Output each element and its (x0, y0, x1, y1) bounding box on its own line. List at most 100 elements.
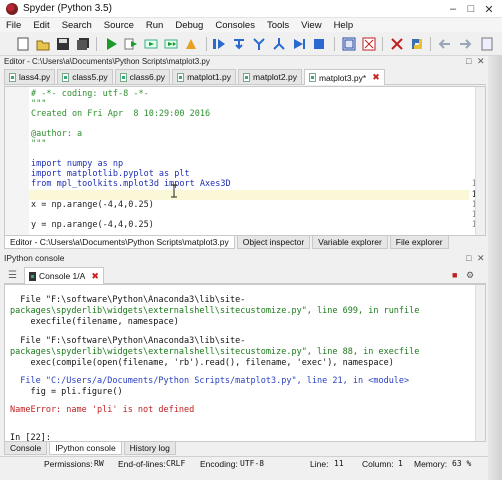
tab-lass4[interactable]: lass4.py (4, 69, 56, 84)
console-line: File "F:\software\Python\Anaconda3\lib\s… (10, 295, 246, 305)
spyder-logo-icon (6, 2, 18, 15)
tab-editor[interactable]: Editor - C:\Users\a\Documents\Python Scr… (4, 236, 235, 249)
file-switcher-icon[interactable] (480, 37, 494, 51)
console-line: fig = pli.figure() (10, 387, 123, 397)
tab-label: class6.py (129, 72, 166, 82)
tab-variable-explorer[interactable]: Variable explorer (312, 236, 388, 249)
console-scrollbar[interactable] (475, 285, 485, 441)
run-file-icon[interactable] (124, 37, 138, 51)
tab-class6[interactable]: class6.py (114, 69, 171, 84)
debug-icon[interactable] (212, 37, 226, 51)
save-all-icon[interactable] (76, 37, 90, 51)
run-selection-icon[interactable] (184, 37, 198, 51)
menu-view[interactable]: View (295, 20, 327, 31)
open-folder-icon[interactable] (36, 37, 50, 51)
tab-label: Console 1/A (39, 271, 86, 281)
tab-matplot1[interactable]: matplot1.py (172, 69, 237, 84)
tab-history-log[interactable]: History log (123, 442, 176, 455)
undock-icon[interactable]: □ (466, 253, 471, 263)
tab-console-1a[interactable]: Console 1/A ✖ (24, 267, 104, 284)
tab-object-inspector[interactable]: Object inspector (236, 236, 311, 249)
step-return-icon[interactable] (272, 37, 286, 51)
eol-value: CRLF (166, 459, 186, 468)
forward-arrow-icon[interactable] (458, 37, 472, 51)
code-line: @author: a (31, 129, 83, 139)
memory-value: 63 % (452, 459, 472, 468)
tab-label: matplot3.py* (318, 72, 367, 83)
code-line: import numpy as np (31, 159, 124, 169)
menu-edit[interactable]: Edit (27, 20, 55, 31)
save-icon[interactable] (56, 37, 70, 51)
tab-class5[interactable]: class5.py (57, 69, 113, 84)
close-tab-icon[interactable]: ✖ (372, 72, 380, 83)
python-file-icon (119, 72, 127, 82)
menu-tools[interactable]: Tools (261, 20, 295, 31)
menu-search[interactable]: Search (56, 20, 98, 31)
undock-icon[interactable]: □ (466, 56, 471, 66)
run-cell-advance-icon[interactable] (164, 37, 178, 51)
python-path-icon[interactable] (410, 37, 424, 51)
current-line-highlight (29, 190, 469, 200)
status-bar: Permissions: RW End-of-lines: CRLF Encod… (0, 456, 502, 470)
console-menu-icon[interactable]: ⚙ (466, 270, 474, 281)
menu-source[interactable]: Source (98, 20, 140, 31)
new-file-icon[interactable] (16, 37, 30, 51)
editor-scrollbar[interactable] (475, 87, 485, 235)
run-icon[interactable] (104, 37, 118, 51)
line-value: 11 (334, 459, 344, 468)
step-into-icon[interactable] (252, 37, 266, 51)
menu-debug[interactable]: Debug (169, 20, 209, 31)
minimize-icon[interactable]: – (446, 3, 460, 15)
menu-help[interactable]: Help (328, 20, 360, 31)
preferences-tools-icon[interactable] (390, 37, 404, 51)
python-file-icon (177, 72, 185, 82)
encoding-label: Encoding: (200, 459, 238, 469)
tab-matplot3[interactable]: matplot3.py* ✖ (303, 69, 385, 85)
code-editor[interactable]: 1 # -*- coding: utf-8 -*- 2 """ 3 Create… (4, 86, 486, 236)
menu-run[interactable]: Run (140, 20, 169, 31)
tab-matplot2[interactable]: matplot2.py (238, 69, 302, 84)
console-line: packages\spyderlib\widgets\externalshell… (10, 347, 420, 357)
ipython-console-output[interactable]: File "F:\software\Python\Anaconda3\lib\s… (4, 284, 486, 443)
fullscreen-icon[interactable] (362, 37, 376, 51)
console-options-icon[interactable]: ☰ (8, 270, 17, 281)
step-icon[interactable] (232, 37, 246, 51)
console-line: exec(compile(open(filename, 'rb').read()… (10, 358, 394, 368)
menu-consoles[interactable]: Consoles (209, 20, 261, 31)
editor-dock-tabs: Editor - C:\Users\a\Documents\Python Scr… (4, 236, 486, 249)
maximize-icon[interactable]: □ (464, 3, 478, 15)
spyder-window: Spyder (Python 3.5) – □ ✕ File Edit Sear… (0, 0, 502, 480)
toolbar-separator (96, 37, 97, 51)
code-line: """ (31, 99, 47, 109)
column-label: Column: (362, 459, 394, 469)
pane-close-icon[interactable]: ✕ (477, 56, 485, 67)
toolbar-separator (382, 37, 383, 51)
pane-close-icon[interactable]: ✕ (477, 253, 485, 264)
back-arrow-icon[interactable] (438, 37, 452, 51)
menu-file[interactable]: File (0, 20, 27, 31)
tab-label: matplot2.py (253, 72, 297, 82)
stop-debug-icon[interactable] (312, 37, 326, 51)
close-tab-icon[interactable]: ✖ (91, 271, 99, 282)
editor-tab-bar: lass4.py class5.py class6.py matplot1.py… (4, 69, 486, 85)
permissions-label: Permissions: (44, 459, 93, 469)
console-line: File "F:\software\Python\Anaconda3\lib\s… (10, 336, 246, 346)
tab-console[interactable]: Console (4, 442, 48, 455)
python-file-icon (62, 72, 70, 82)
run-cell-icon[interactable] (144, 37, 158, 51)
continue-icon[interactable] (292, 37, 306, 51)
line-label: Line: (310, 459, 329, 469)
toolbar (0, 32, 502, 56)
window-edge-shadow (488, 56, 502, 480)
console-dock-tabs: Console IPython console History log (4, 442, 486, 455)
stop-kernel-icon[interactable]: ■ (452, 270, 457, 280)
tab-ipython-console[interactable]: IPython console (49, 442, 122, 455)
close-icon[interactable]: ✕ (482, 3, 496, 16)
code-line: import matplotlib.pyplot as plt (31, 169, 190, 179)
console-line: execfile(filename, namespace) (10, 317, 179, 327)
toolbar-separator (206, 37, 207, 51)
console-line: packages\spyderlib\widgets\externalshell… (10, 306, 420, 316)
maximize-pane-icon[interactable] (342, 37, 356, 51)
tab-file-explorer[interactable]: File explorer (389, 236, 449, 249)
toolbar-separator (430, 37, 431, 51)
